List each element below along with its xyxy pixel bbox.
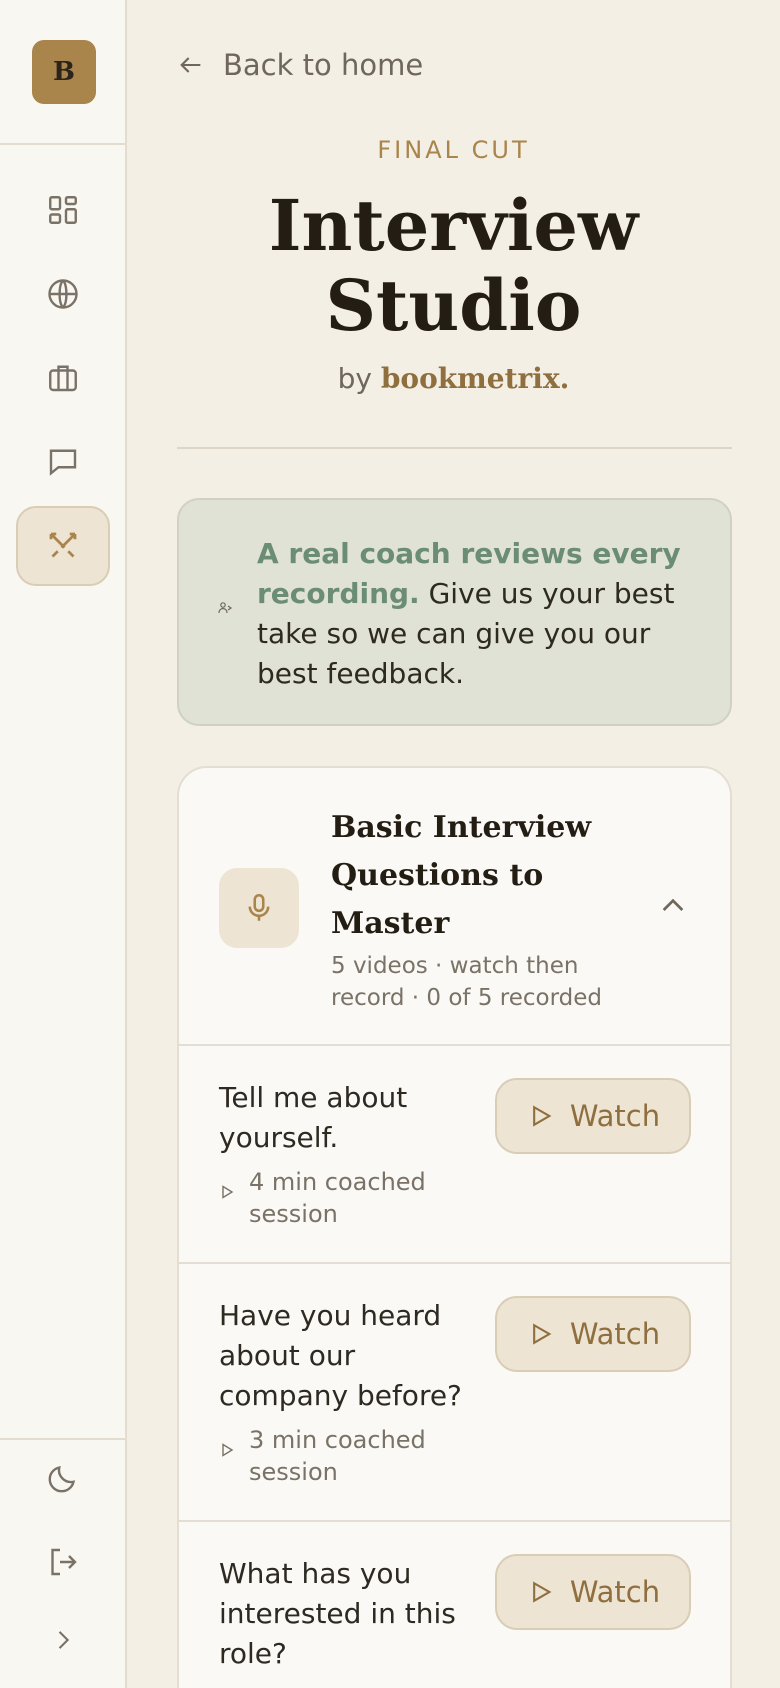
moon-icon bbox=[48, 1465, 76, 1493]
question-row: Tell me about yourself. 4 min coached se… bbox=[179, 1046, 730, 1264]
page-title-line2: Studio bbox=[325, 264, 582, 347]
watch-button[interactable]: Watch bbox=[495, 1296, 691, 1372]
play-small-icon bbox=[222, 1443, 234, 1457]
coach-note: A real coach reviews every recording. Gi… bbox=[177, 498, 732, 726]
arrow-left-icon bbox=[180, 57, 201, 73]
question-text: What has you interested in this role? bbox=[219, 1557, 456, 1670]
question-set-title: Basic Interview Questions to Master bbox=[331, 810, 592, 941]
coach-icon bbox=[218, 602, 233, 614]
logout-icon bbox=[51, 1548, 77, 1576]
byline-brand: bookmetrix. bbox=[380, 362, 570, 395]
coach-note-text: A real coach reviews every recording. Gi… bbox=[257, 534, 697, 694]
question-text: Tell me about yourself. bbox=[219, 1081, 408, 1154]
question-duration: 4 min coached session bbox=[249, 1168, 426, 1228]
question-meta: 4 min coached session bbox=[219, 1166, 469, 1230]
question-set-card: Basic Interview Questions to Master 5 vi… bbox=[177, 766, 732, 1688]
logout-button[interactable] bbox=[16, 1522, 110, 1602]
mic-tile bbox=[219, 868, 299, 948]
microphone-icon bbox=[248, 893, 270, 921]
back-label: Back to home bbox=[223, 48, 424, 82]
sidebar-item-messages[interactable] bbox=[16, 422, 110, 502]
theme-toggle[interactable] bbox=[16, 1438, 110, 1518]
page-title-line1: Interview bbox=[268, 184, 639, 267]
byline: by bookmetrix. bbox=[127, 362, 780, 395]
briefcase-icon bbox=[49, 365, 77, 392]
question-set-subtitle: 5 videos · watch then record · 0 of 5 re… bbox=[331, 953, 602, 1011]
watch-label: Watch bbox=[569, 1317, 661, 1351]
main-content: Back to home FINAL CUT Interview Studio … bbox=[127, 0, 780, 1688]
question-set-header[interactable]: Basic Interview Questions to Master 5 vi… bbox=[179, 768, 730, 1046]
expand-sidebar-button[interactable] bbox=[16, 1600, 110, 1680]
watch-label: Watch bbox=[569, 1575, 661, 1609]
question-row: What has you interested in this role? Wa… bbox=[179, 1522, 730, 1688]
watch-button[interactable]: Watch bbox=[495, 1554, 691, 1630]
watch-button[interactable]: Watch bbox=[495, 1078, 691, 1154]
watch-label: Watch bbox=[569, 1099, 661, 1133]
sidebar: B bbox=[0, 0, 127, 1688]
question-row: Have you heard about our company before?… bbox=[179, 1264, 730, 1522]
globe-icon bbox=[48, 279, 78, 309]
play-icon bbox=[532, 1581, 552, 1603]
play-icon bbox=[532, 1323, 552, 1345]
crossed-swords-icon bbox=[49, 532, 77, 558]
header-divider bbox=[177, 447, 732, 449]
dashboard-icon bbox=[49, 196, 77, 224]
back-link[interactable]: Back to home bbox=[177, 48, 423, 82]
byline-prefix: by bbox=[337, 362, 372, 395]
sidebar-divider bbox=[0, 143, 127, 145]
sidebar-item-dashboard[interactable] bbox=[16, 170, 110, 250]
sidebar-item-interview-studio[interactable] bbox=[16, 506, 110, 586]
chevron-right-icon bbox=[58, 1631, 70, 1649]
play-icon bbox=[532, 1105, 552, 1127]
chevron-up-icon[interactable] bbox=[657, 890, 689, 922]
question-meta: 3 min coached session bbox=[219, 1424, 469, 1488]
sidebar-item-globe[interactable] bbox=[16, 254, 110, 334]
question-text: Have you heard about our company before? bbox=[219, 1299, 462, 1412]
brand-logo[interactable]: B bbox=[32, 40, 96, 104]
eyebrow: FINAL CUT bbox=[377, 136, 530, 164]
page-title: Interview Studio bbox=[127, 186, 780, 346]
chat-icon bbox=[49, 449, 77, 476]
question-duration: 3 min coached session bbox=[249, 1426, 426, 1486]
play-small-icon bbox=[222, 1185, 234, 1199]
sidebar-item-jobs[interactable] bbox=[16, 338, 110, 418]
